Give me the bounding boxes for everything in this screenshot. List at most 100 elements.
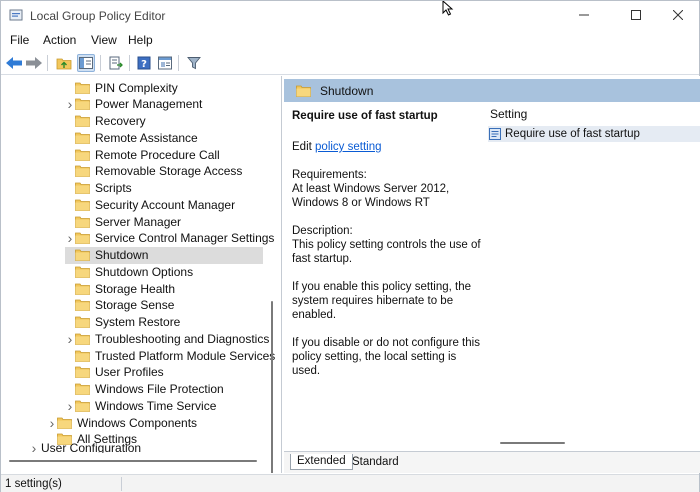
menu-bar: File Action View Help — [1, 30, 699, 50]
close-button[interactable] — [655, 1, 700, 29]
tree-item[interactable]: System Restore — [65, 314, 180, 331]
chevron-right-icon[interactable]: › — [65, 230, 75, 247]
maximize-button[interactable] — [613, 1, 659, 29]
tree-item-label: System Restore — [95, 315, 181, 329]
tree-item-label: Windows File Protection — [95, 382, 224, 396]
tree-item-label: Storage Sense — [95, 298, 175, 313]
chevron-right-icon[interactable]: › — [65, 96, 75, 113]
tree-pane[interactable]: › User Configuration All Settings › Windows … — [1, 76, 282, 473]
tree-item[interactable]: Scripts — [65, 180, 132, 197]
requirements-text: At least Windows Server 2012, Windows 8 … — [292, 183, 450, 209]
policy-description-panel: Require use of fast startup Edit policy … — [292, 109, 482, 392]
disable-text: If you disable or do not configure this … — [292, 337, 480, 377]
up-folder-button[interactable] — [55, 54, 73, 72]
tree-item-label: Security Account Manager — [95, 197, 236, 212]
tree-item[interactable]: Recovery — [65, 113, 146, 130]
tree-item-label: Power Management — [95, 97, 203, 112]
chevron-right-icon[interactable]: › — [65, 330, 75, 347]
tab-extended[interactable]: Extended — [290, 454, 353, 470]
description-label: Description: — [292, 225, 353, 237]
tree-horizontal-scrollbar[interactable] — [9, 460, 257, 462]
minimize-button[interactable] — [561, 1, 607, 29]
tree-item[interactable]: PIN Complexity — [65, 79, 178, 96]
chevron-right-icon[interactable]: › — [47, 414, 57, 431]
menu-action[interactable]: Action — [43, 33, 76, 47]
folder-icon — [57, 433, 72, 446]
folder-icon — [75, 299, 90, 312]
chevron-right-icon[interactable]: › — [29, 443, 39, 453]
tree-item[interactable]: Remote Assistance — [65, 129, 198, 146]
menu-file[interactable]: File — [10, 33, 29, 47]
menu-help[interactable]: Help — [128, 33, 153, 47]
tree-item-label: Storage Health — [95, 281, 176, 296]
tree-item[interactable]: Trusted Platform Module Services — [65, 347, 275, 364]
requirements-block: Requirements: At least Windows Server 20… — [292, 168, 482, 210]
chevron-right-icon[interactable]: › — [65, 397, 75, 414]
forward-button[interactable] — [25, 54, 43, 72]
window-title: Local Group Policy Editor — [30, 9, 166, 23]
tree-item-label: Service Control Manager Settings — [95, 231, 275, 246]
tree-item-label: Recovery — [95, 114, 146, 128]
show-hide-tree-button[interactable] — [77, 54, 95, 72]
properties-button[interactable] — [156, 54, 174, 72]
export-list-icon — [109, 56, 123, 70]
tree-vertical-scrollbar[interactable] — [271, 301, 273, 473]
filter-button[interactable] — [185, 54, 203, 72]
tree-item-label: Windows Components — [77, 415, 198, 430]
folder-icon — [296, 85, 311, 97]
tree-item[interactable]: Shutdown — [65, 246, 263, 264]
tree-item[interactable]: All Settings — [47, 431, 137, 448]
gpedit-window: Local Group Policy Editor File Action Vi… — [0, 0, 700, 492]
folder-icon — [75, 149, 90, 161]
svg-text:?: ? — [141, 59, 147, 70]
tree-item[interactable]: › Service Control Manager Settings — [65, 230, 275, 247]
export-list-button[interactable] — [107, 54, 125, 72]
tree-item[interactable]: › Windows Components — [47, 414, 197, 431]
folder-icon — [75, 333, 90, 345]
folder-icon — [75, 216, 90, 228]
folder-icon — [75, 165, 90, 178]
column-header-setting[interactable]: Setting — [490, 107, 527, 121]
list-horizontal-scrollbar[interactable] — [500, 442, 565, 444]
tree-item-label: User Profiles — [95, 365, 164, 380]
edit-line: Edit policy setting — [292, 140, 482, 154]
mouse-cursor-icon — [442, 1, 454, 16]
tree-item[interactable]: Storage Health — [65, 280, 175, 297]
tree-item[interactable]: Remote Procedure Call — [65, 146, 220, 163]
folder-icon — [75, 383, 90, 395]
tree-item-label: Removable Storage Access — [95, 164, 243, 179]
tree-item[interactable]: Removable Storage Access — [65, 163, 242, 180]
tree-item[interactable]: Storage Sense — [65, 297, 174, 314]
setting-label: Require use of fast startup — [505, 128, 640, 140]
tree-item[interactable]: User Profiles — [65, 364, 164, 381]
tree-item[interactable]: Server Manager — [65, 213, 181, 230]
folder-icon — [75, 232, 90, 245]
tree-item[interactable]: Security Account Manager — [65, 196, 235, 213]
tree-item-label: Remote Procedure Call — [95, 147, 220, 162]
forward-icon — [26, 57, 42, 69]
folder-icon — [75, 283, 90, 295]
folder-icon — [75, 132, 90, 144]
help-button[interactable]: ? — [135, 54, 153, 72]
menu-view[interactable]: View — [91, 33, 117, 47]
tree-item[interactable]: › Power Management — [65, 96, 203, 113]
toolbar: ? — [1, 51, 699, 75]
folder-icon — [75, 316, 90, 328]
list-item[interactable]: Require use of fast startup — [488, 126, 700, 142]
tab-standard[interactable]: Standard — [346, 454, 405, 470]
tree-item[interactable]: Windows File Protection — [65, 381, 224, 398]
description-text: This policy setting controls the use of … — [292, 239, 481, 265]
edit-policy-setting-link[interactable]: policy setting — [315, 141, 381, 153]
tree-item[interactable]: Shutdown Options — [65, 263, 193, 280]
folder-icon — [57, 417, 72, 429]
tree-item[interactable]: › Windows Time Service — [65, 397, 217, 414]
back-button[interactable] — [5, 54, 23, 72]
app-icon — [9, 9, 23, 21]
status-text: 1 setting(s) — [5, 478, 62, 490]
toolbar-separator — [100, 55, 101, 71]
tree-item[interactable]: › Troubleshooting and Diagnostics — [65, 330, 270, 347]
